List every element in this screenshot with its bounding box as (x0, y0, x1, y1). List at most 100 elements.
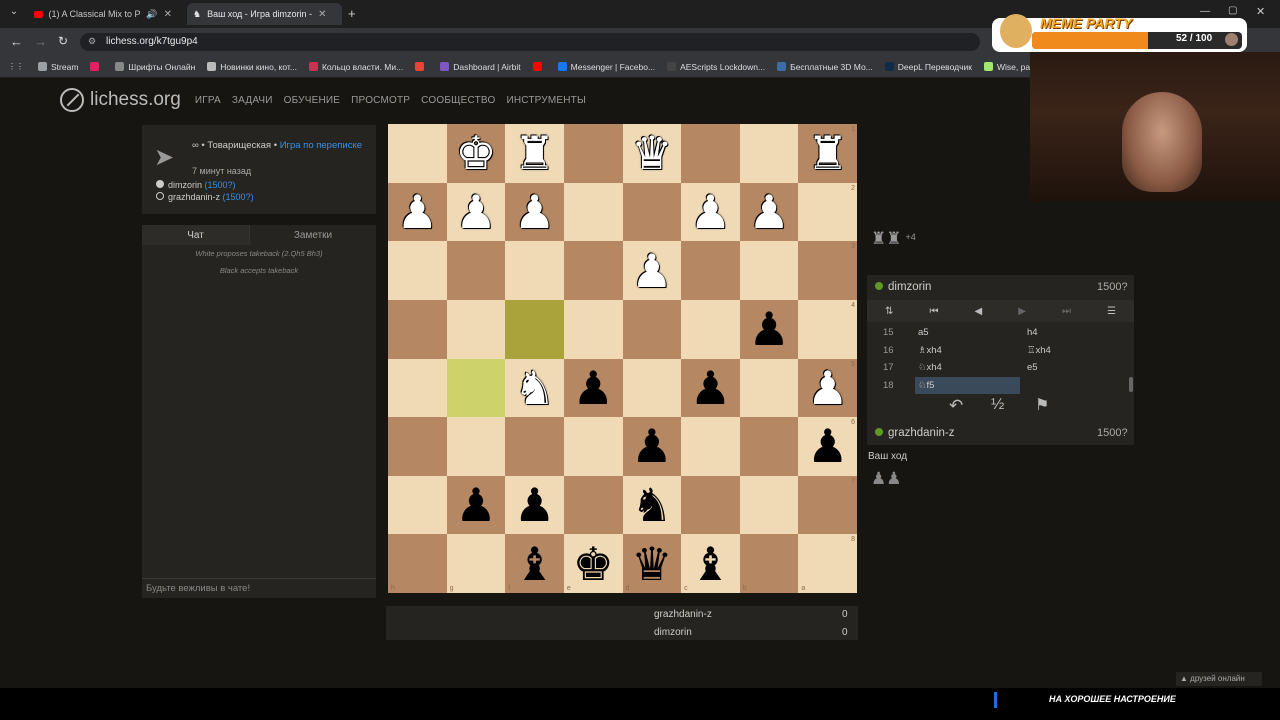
square-b6[interactable] (739, 417, 799, 476)
bookmark-item[interactable]: Dashboard | Airbit (440, 62, 521, 72)
square-h6[interactable] (388, 417, 447, 476)
square-d3[interactable]: ♟ (622, 241, 682, 300)
nav-item[interactable]: ЗАДАЧИ (232, 95, 273, 106)
black-pawn-icon[interactable]: ♟ (573, 365, 614, 411)
square-e6[interactable] (563, 417, 623, 476)
scroll-thumb[interactable] (1129, 377, 1133, 392)
square-a2[interactable] (798, 182, 857, 242)
site-info-icon[interactable]: ⚙ (88, 36, 96, 47)
square-d1[interactable]: ♛ (622, 124, 682, 183)
bookmark-item[interactable]: Новинки кино, кот... (207, 62, 297, 72)
square-a7[interactable] (798, 475, 857, 535)
nav-item[interactable]: ИНСТРУМЕНТЫ (506, 95, 586, 106)
square-f3[interactable] (505, 241, 564, 300)
square-f7[interactable]: ♟ (505, 475, 564, 535)
square-d5[interactable] (622, 358, 682, 418)
black-pawn-icon[interactable]: ♟ (807, 423, 848, 469)
last-move-icon[interactable]: ⏭ (1062, 306, 1071, 317)
new-tab-button[interactable]: + (348, 6, 356, 21)
chess-board[interactable]: ♚ ♜ ♛ ♜ ♟ ♟ ♟ ♟ ♟ ♟ ♟ ♞ ♟ ♟ ♟ ♟ ♟ ♟ ♟ ♞ ♝ ♚ ♛ ♝ 1 2 3 4 5 6 7 8 h g f e d c b a (388, 124, 857, 593)
white-rook-icon[interactable]: ♜ (514, 130, 555, 176)
nav-item[interactable]: ОБУЧЕНИЕ (284, 95, 340, 106)
square-b3[interactable] (739, 241, 799, 300)
nav-item[interactable]: ИГРА (195, 95, 221, 106)
square-h5[interactable] (388, 358, 447, 418)
bookmark-item[interactable]: Кольцо власти. Ми... (308, 62, 403, 72)
chat-input[interactable]: Будьте вежливы в чате! (142, 578, 376, 598)
takeback-icon[interactable]: ↶ (949, 396, 963, 416)
black-knight-icon[interactable]: ♞ (631, 482, 672, 528)
square-c4[interactable] (681, 299, 740, 359)
friends-online-button[interactable]: ▲ друзей онлайн (1176, 672, 1262, 686)
white-pawn-icon[interactable]: ♟ (514, 189, 555, 235)
square-f4[interactable] (505, 299, 564, 359)
close-window-icon[interactable]: ✕ (1256, 5, 1265, 18)
tab-list-button[interactable]: ⌄ (6, 6, 22, 22)
square-a1[interactable]: ♜ (798, 124, 857, 183)
black-pawn-icon[interactable]: ♟ (514, 482, 555, 528)
square-c5[interactable]: ♟ (681, 358, 740, 418)
square-f6[interactable] (505, 417, 564, 476)
browser-tab-lichess[interactable]: ♞ Ваш ход - Игра dimzorin - ✕ (187, 3, 342, 25)
black-bishop-icon[interactable]: ♝ (690, 541, 731, 587)
white-pawn-icon[interactable]: ♟ (631, 248, 672, 294)
bookmark-item[interactable]: AEScripts Lockdown... (667, 62, 765, 72)
square-c1[interactable] (681, 124, 740, 183)
close-tab-icon[interactable]: ✕ (164, 9, 172, 20)
square-d8[interactable]: ♛ (622, 534, 682, 593)
prev-move-icon[interactable]: ◀ (974, 306, 982, 317)
square-g4[interactable] (446, 299, 506, 359)
square-g6[interactable] (446, 417, 506, 476)
bottom-player-name[interactable]: grazhdanin-z (888, 427, 954, 439)
square-a3[interactable] (798, 241, 857, 300)
square-d2[interactable] (622, 182, 682, 242)
square-g3[interactable] (446, 241, 506, 300)
square-b2[interactable]: ♟ (739, 182, 799, 242)
square-h4[interactable] (388, 299, 447, 359)
black-pawn-icon[interactable]: ♟ (631, 423, 672, 469)
square-c3[interactable] (681, 241, 740, 300)
bookmark-item[interactable]: Шрифты Онлайн (115, 62, 195, 72)
square-e4[interactable] (563, 299, 623, 359)
correspondence-link[interactable]: Игра по переписке (280, 140, 362, 151)
reload-icon[interactable]: ↻ (58, 34, 68, 48)
black-king-icon[interactable]: ♚ (573, 541, 614, 587)
speaker-icon[interactable]: 🔊 (146, 9, 157, 20)
square-h8[interactable] (388, 534, 447, 593)
square-h2[interactable]: ♟ (388, 182, 447, 242)
white-move[interactable]: a5 (915, 324, 1020, 341)
back-arrow-icon[interactable]: ← (10, 34, 23, 49)
square-f1[interactable]: ♜ (505, 124, 564, 183)
white-pawn-icon[interactable]: ♟ (397, 189, 438, 235)
nav-item[interactable]: СООБЩЕСТВО (421, 95, 495, 106)
tab-notes[interactable]: Заметки (249, 225, 376, 245)
site-logo[interactable]: lichess.org (60, 88, 181, 112)
bookmark-item[interactable]: Messenger | Facebo... (557, 62, 655, 72)
tab-chat[interactable]: Чат (142, 225, 249, 245)
close-tab-icon[interactable]: ✕ (318, 9, 326, 20)
white-queen-icon[interactable]: ♛ (631, 130, 672, 176)
square-c7[interactable] (681, 475, 740, 535)
bookmark-item[interactable] (415, 62, 428, 71)
first-move-icon[interactable]: ⏮ (929, 306, 938, 317)
square-a6[interactable]: ♟ (798, 417, 857, 476)
square-g7[interactable]: ♟ (446, 475, 506, 535)
square-c6[interactable] (681, 417, 740, 476)
white-knight-icon[interactable]: ♞ (514, 365, 555, 411)
square-b7[interactable] (739, 475, 799, 535)
square-h3[interactable] (388, 241, 447, 300)
url-field[interactable]: ⚙ lichess.org/k7tgu9p4 (80, 33, 980, 51)
square-e3[interactable] (563, 241, 623, 300)
bookmark-item[interactable]: DeepL Переводчик (884, 62, 972, 72)
square-a4[interactable] (798, 299, 857, 359)
white-pawn-icon[interactable]: ♟ (455, 189, 496, 235)
square-e8[interactable]: ♚ (563, 534, 623, 593)
square-g5[interactable] (446, 358, 506, 418)
square-h7[interactable] (388, 475, 447, 535)
black-pawn-icon[interactable]: ♟ (748, 306, 789, 352)
resign-flag-icon[interactable]: ⚑ (1035, 395, 1049, 415)
bookmark-item[interactable] (532, 62, 546, 71)
minimize-icon[interactable]: — (1200, 6, 1210, 17)
square-g1[interactable]: ♚ (446, 124, 506, 183)
top-player-name[interactable]: dimzorin (888, 281, 931, 293)
